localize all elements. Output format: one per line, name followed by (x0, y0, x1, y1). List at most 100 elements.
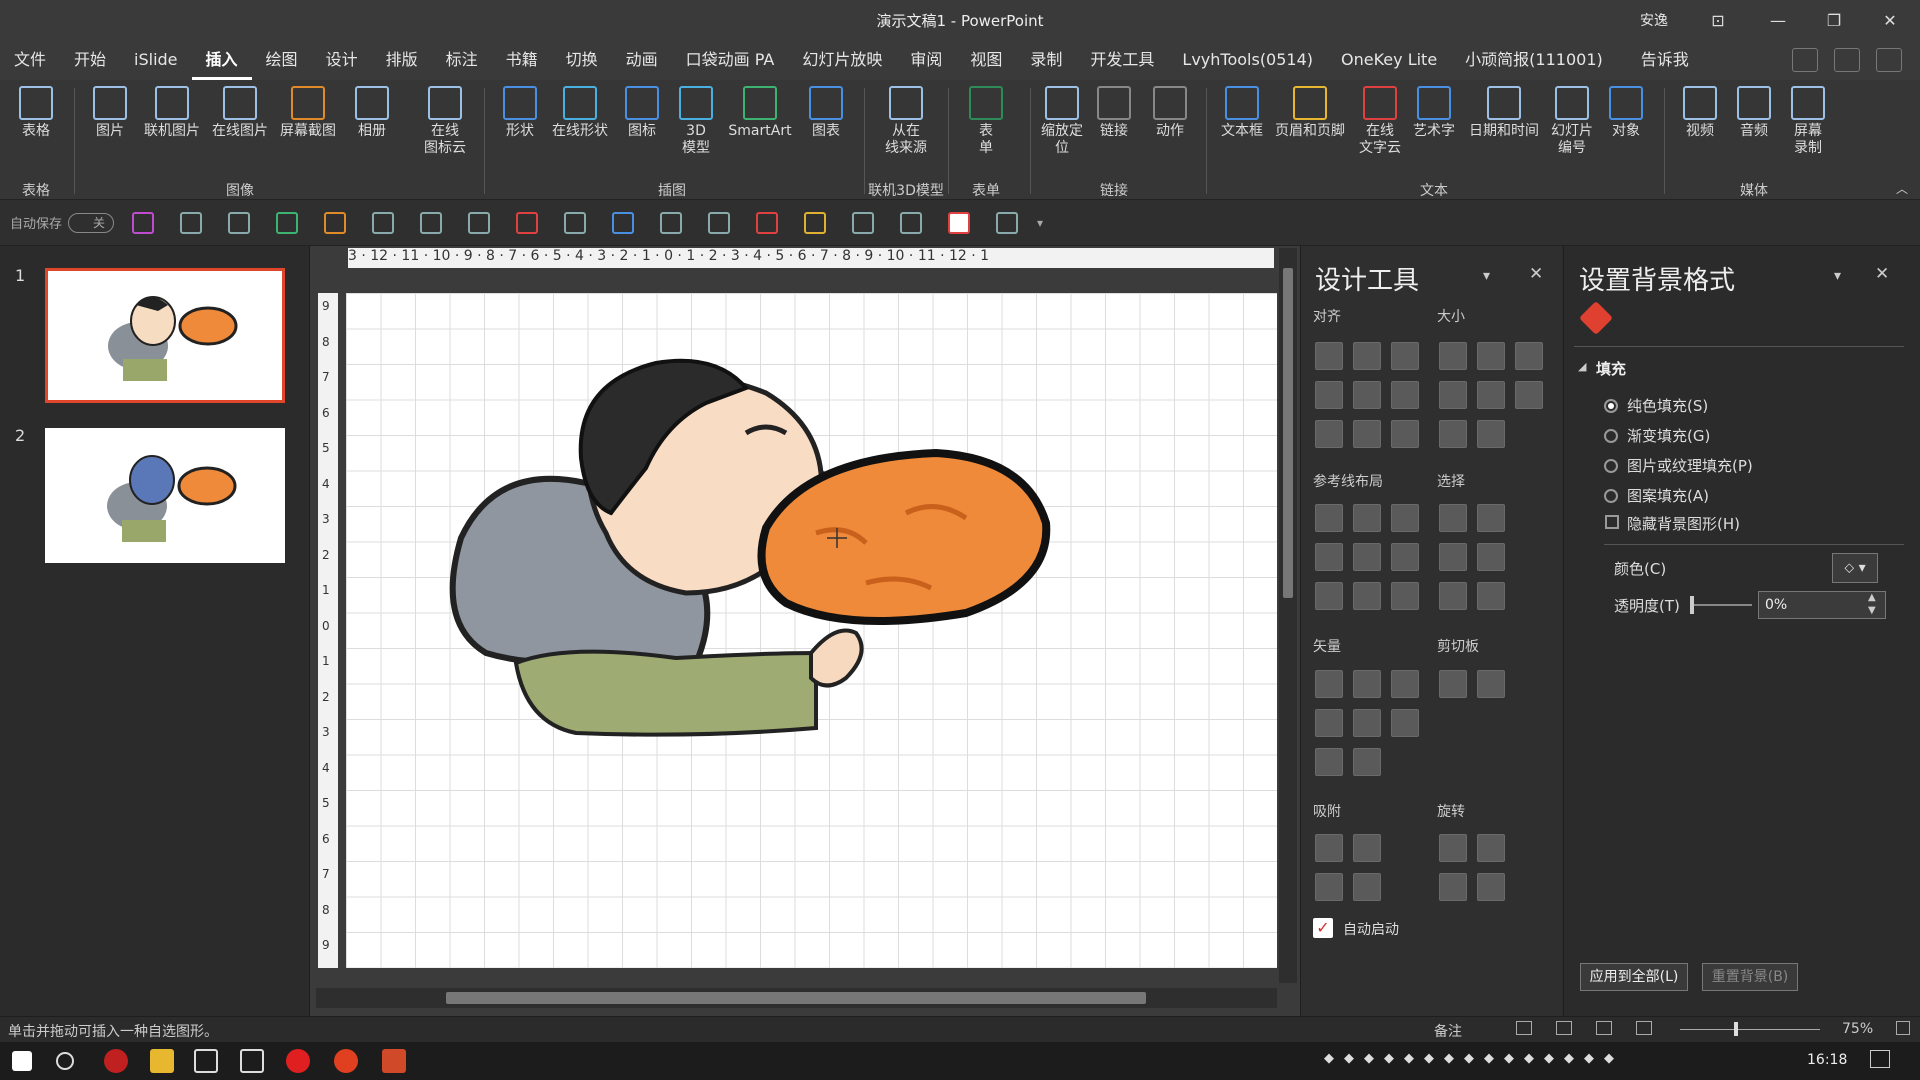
design-tool-button[interactable] (1315, 543, 1343, 571)
ribbon-display-icon[interactable]: ⊡ (1690, 0, 1746, 40)
menu-item-20[interactable]: 告诉我 (1627, 40, 1703, 80)
design-tool-button[interactable] (1315, 420, 1343, 448)
minimize-button[interactable]: — (1750, 0, 1806, 40)
ribbon-button-18[interactable]: 文本框 (1206, 86, 1278, 140)
normal-view-icon[interactable] (1516, 1021, 1532, 1035)
reset-background-button[interactable]: 重置背景(B) (1702, 963, 1798, 991)
font-color-icon[interactable] (516, 211, 539, 234)
notes-button[interactable]: 备注 (1434, 1021, 1462, 1041)
search-icon[interactable] (56, 1052, 74, 1070)
ribbon-button-24[interactable]: 对象 (1590, 86, 1662, 140)
share-icon[interactable] (1792, 48, 1818, 72)
design-tool-button[interactable] (1353, 420, 1381, 448)
menu-item-7[interactable]: 标注 (432, 40, 492, 80)
design-tool-button[interactable] (1315, 748, 1343, 776)
textbox-icon[interactable] (612, 211, 635, 234)
design-tool-button[interactable] (1515, 381, 1543, 409)
menu-item-13[interactable]: 审阅 (896, 40, 956, 80)
transparency-spinner-icon[interactable]: ▲ ▼ (1868, 591, 1876, 617)
design-tool-button[interactable] (1391, 670, 1419, 698)
eraser-icon[interactable] (708, 211, 731, 234)
recorder-icon[interactable] (334, 1049, 358, 1073)
vertical-scroll-thumb[interactable] (1283, 268, 1293, 598)
radio-picture-fill[interactable] (1604, 459, 1618, 473)
menu-item-4[interactable]: 绘图 (252, 40, 312, 80)
app-book2-icon[interactable] (240, 1049, 264, 1073)
pen-icon[interactable] (996, 211, 1019, 234)
format-panel-close-icon[interactable]: ✕ (1875, 264, 1889, 284)
design-tool-button[interactable] (1315, 834, 1343, 862)
ribbon-button-14[interactable]: 表 单 (950, 86, 1022, 157)
menu-item-16[interactable]: 开发工具 (1076, 40, 1168, 80)
design-tool-button[interactable] (1439, 670, 1467, 698)
design-tool-button[interactable] (1439, 834, 1467, 862)
design-tool-button[interactable] (1315, 342, 1343, 370)
design-tool-button[interactable] (1477, 504, 1505, 532)
transparency-slider[interactable] (1692, 604, 1752, 606)
ribbon-button-19[interactable]: 页眉和页脚 (1274, 86, 1346, 140)
smiley-icon[interactable] (1876, 48, 1902, 72)
design-tool-button[interactable] (1353, 504, 1381, 532)
design-tool-button[interactable] (1477, 670, 1505, 698)
design-tool-button[interactable] (1315, 873, 1343, 901)
slide-sorter-icon[interactable] (1556, 1021, 1572, 1035)
design-tool-button[interactable] (1353, 670, 1381, 698)
shape-icon[interactable] (372, 211, 395, 234)
design-tool-button[interactable] (1477, 381, 1505, 409)
clock-time[interactable]: 16:18 (1807, 1052, 1847, 1068)
fill-section-title[interactable]: 填充 (1596, 358, 1626, 379)
design-tool-button[interactable] (1391, 342, 1419, 370)
design-tool-button[interactable] (1477, 543, 1505, 571)
slideshow-icon[interactable] (1636, 1021, 1652, 1035)
fit-to-window-icon[interactable] (1896, 1021, 1910, 1035)
design-tool-button[interactable] (1391, 420, 1419, 448)
ribbon-button-22[interactable]: 日期和时间 (1468, 86, 1540, 140)
app-red-icon[interactable] (104, 1049, 128, 1073)
menu-item-19[interactable]: 小顽简报(111001) (1451, 40, 1617, 80)
slide-thumbnail-2[interactable] (45, 428, 285, 563)
design-tool-button[interactable] (1439, 420, 1467, 448)
menu-item-6[interactable]: 排版 (372, 40, 432, 80)
text-highlight-icon[interactable] (564, 211, 587, 234)
horizontal-scroll-thumb[interactable] (446, 992, 1146, 1004)
menu-item-12[interactable]: 幻灯片放映 (788, 40, 896, 80)
design-tool-button[interactable] (1353, 582, 1381, 610)
file-explorer-icon[interactable] (150, 1049, 174, 1073)
ribbon-button-11[interactable]: SmartArt (724, 86, 796, 140)
reading-view-icon[interactable] (1596, 1021, 1612, 1035)
save-icon[interactable] (132, 211, 155, 234)
design-tool-button[interactable] (1353, 543, 1381, 571)
design-tool-button[interactable] (1391, 543, 1419, 571)
ribbon-button-6[interactable]: 在线 图标云 (409, 86, 481, 157)
menu-item-18[interactable]: OneKey Lite (1327, 40, 1451, 80)
transparency-input[interactable]: 0% (1758, 591, 1886, 619)
ribbon-button-10[interactable]: 3D 模型 (660, 86, 732, 157)
zoom-slider-handle[interactable] (1734, 1022, 1738, 1036)
design-tool-button[interactable] (1439, 504, 1467, 532)
slide-thumbnail-1[interactable] (45, 268, 285, 403)
design-tool-button[interactable] (1439, 582, 1467, 610)
hide-background-checkbox[interactable] (1605, 515, 1619, 529)
design-tool-button[interactable] (1353, 381, 1381, 409)
design-tool-button[interactable] (1353, 834, 1381, 862)
collapse-fill-icon[interactable]: ◢ (1578, 360, 1586, 373)
design-tool-button[interactable] (1477, 873, 1505, 901)
apply-to-all-button[interactable]: 应用到全部(L) (1580, 963, 1688, 991)
transform-icon[interactable] (660, 211, 683, 234)
ribbon-button-0[interactable]: 表格 (0, 86, 72, 140)
powerpoint-taskbar-icon[interactable] (382, 1049, 406, 1073)
menu-item-5[interactable]: 设计 (312, 40, 372, 80)
ribbon-button-3[interactable]: 在线图片 (204, 86, 276, 140)
align-icon[interactable] (276, 211, 299, 234)
menu-item-9[interactable]: 切换 (552, 40, 612, 80)
ribbon-button-2[interactable]: 联机图片 (136, 86, 208, 140)
user-name[interactable]: 安逸 (1640, 10, 1668, 30)
fill-icon[interactable] (420, 211, 443, 234)
menu-item-8[interactable]: 书籍 (492, 40, 552, 80)
windows-start-icon[interactable] (12, 1051, 32, 1071)
menu-item-1[interactable]: 开始 (60, 40, 120, 80)
vertical-scrollbar[interactable] (1279, 248, 1297, 983)
design-tool-button[interactable] (1477, 582, 1505, 610)
design-tool-button[interactable] (1353, 748, 1381, 776)
panel-menu-icon[interactable]: ▾ (1483, 268, 1490, 284)
